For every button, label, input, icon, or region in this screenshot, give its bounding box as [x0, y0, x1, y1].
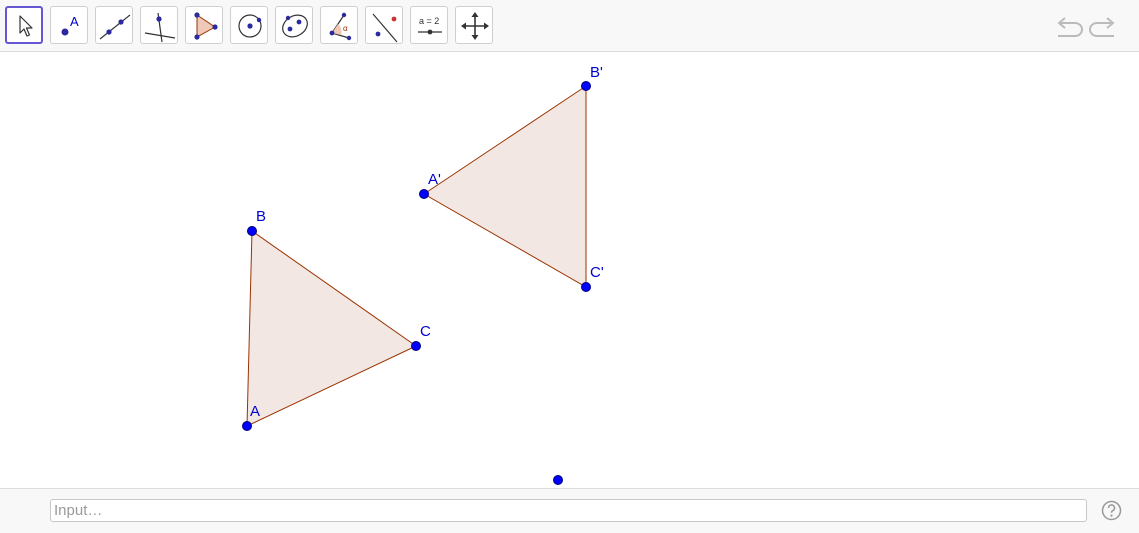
reflect-about-line-icon — [372, 13, 398, 43]
point-c-prime[interactable] — [581, 282, 591, 292]
slider-tool-label: a = 2 — [419, 16, 439, 26]
triangle-a-b-c-prime[interactable] — [423, 85, 587, 288]
graphics-view[interactable]: A B C A' B' C' — [0, 53, 1139, 488]
pointer-arrow-icon — [19, 15, 33, 37]
help-button[interactable] — [1101, 500, 1122, 521]
label-c-prime: C' — [590, 264, 604, 281]
point-c[interactable] — [411, 341, 421, 351]
algebra-input-field[interactable] — [50, 499, 1087, 522]
line-tool-button[interactable] — [95, 6, 133, 44]
help-icon — [1101, 500, 1122, 521]
redo-button[interactable] — [1089, 14, 1119, 40]
point-unlabeled[interactable] — [553, 475, 563, 485]
triangle-abc[interactable] — [246, 230, 417, 427]
point-a[interactable] — [242, 421, 252, 431]
conic-tool-button[interactable] — [275, 6, 313, 44]
undo-icon — [1057, 17, 1083, 37]
point-a-prime[interactable] — [419, 189, 429, 199]
circle-center-point-icon — [238, 14, 262, 38]
undo-button[interactable] — [1053, 14, 1083, 40]
label-a-prime: A' — [428, 171, 441, 188]
slider-icon: a = 2 — [418, 16, 442, 35]
line-through-points-icon — [99, 14, 131, 40]
move-graphics-view-tool-button[interactable] — [455, 6, 493, 44]
polygon-tool-button[interactable] — [185, 6, 223, 44]
angle-tool-button[interactable]: α — [320, 6, 358, 44]
label-b-prime: B' — [590, 64, 603, 81]
point-b-prime[interactable] — [581, 81, 591, 91]
move-arrows-icon — [461, 12, 489, 40]
angle-tool-label: α — [343, 24, 348, 33]
slider-tool-button[interactable]: a = 2 — [410, 6, 448, 44]
label-c: C — [420, 323, 431, 340]
perpendicular-line-icon — [144, 12, 176, 43]
label-a: A — [250, 403, 260, 420]
label-b: B — [256, 208, 266, 225]
ellipse-icon — [282, 14, 308, 38]
point-tool-label: A — [70, 14, 79, 29]
polygon-icon — [194, 12, 218, 40]
toolbar: A α a = 2 — [0, 0, 1139, 52]
redo-icon — [1089, 17, 1115, 37]
point-b[interactable] — [247, 226, 257, 236]
input-bar — [0, 488, 1139, 533]
angle-icon: α — [329, 12, 352, 41]
perpendicular-line-tool-button[interactable] — [140, 6, 178, 44]
geometry-canvas[interactable]: A B C A' B' C' — [0, 53, 1139, 488]
move-tool-button[interactable] — [5, 6, 43, 44]
point-tool-button[interactable]: A — [50, 6, 88, 44]
circle-tool-button[interactable] — [230, 6, 268, 44]
reflect-tool-button[interactable] — [365, 6, 403, 44]
point-icon: A — [61, 14, 79, 36]
